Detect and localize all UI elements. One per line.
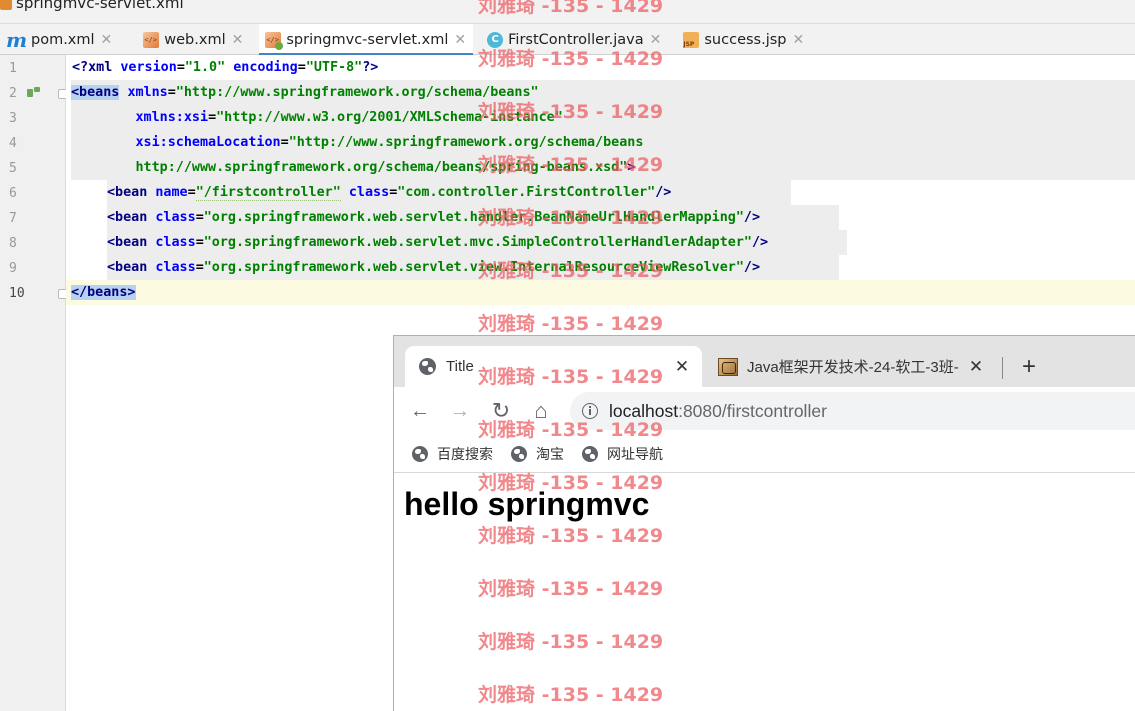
code-line-1: <?xml version="1.0" encoding="UTF-8"?> xyxy=(72,60,379,75)
tab-web-xml[interactable]: web.xml ✕ xyxy=(137,24,250,55)
line-number: 6 xyxy=(9,186,17,201)
tab-label: web.xml xyxy=(164,31,226,48)
tab-pom-xml[interactable]: m pom.xml ✕ xyxy=(0,24,119,55)
java-class-icon: C xyxy=(487,31,504,48)
info-icon[interactable] xyxy=(582,403,598,419)
code-line-2: <beans xmlns="http://www.springframework… xyxy=(71,80,1135,105)
jsp-file-icon xyxy=(683,31,700,48)
editor-gutter[interactable]: 1 2 3 4 5 6 7 8 9 10 xyxy=(0,55,68,711)
bookmarks-bar: 百度搜索 淘宝 网址导航 xyxy=(394,436,1135,473)
tab-first-controller-java[interactable]: C FirstController.java ✕ xyxy=(481,24,668,55)
globe-icon xyxy=(419,358,436,375)
xml-file-icon xyxy=(143,31,160,48)
bookmark-nav[interactable]: 网址导航 xyxy=(572,444,663,464)
line-number: 3 xyxy=(9,111,17,126)
address-bar[interactable]: localhost:8080/firstcontroller xyxy=(570,392,1135,430)
tab-springmvc-servlet-xml[interactable]: springmvc-servlet.xml ✕ xyxy=(259,24,474,56)
tab-label: springmvc-servlet.xml xyxy=(286,31,449,48)
url-path: :8080/firstcontroller xyxy=(678,400,827,421)
bookmark-baidu[interactable]: 百度搜索 xyxy=(394,444,493,464)
browser-tab-title[interactable]: Title ✕ xyxy=(405,346,702,387)
close-icon[interactable]: ✕ xyxy=(793,32,805,48)
bookmark-label: 淘宝 xyxy=(536,446,564,462)
tab-label: success.jsp xyxy=(704,31,787,48)
back-button[interactable]: ← xyxy=(407,398,433,424)
page-heading: hello springmvc xyxy=(404,486,650,522)
line-number: 10 xyxy=(9,286,25,301)
code-line-10: </beans> xyxy=(66,280,1135,305)
tab-separator xyxy=(1002,357,1003,379)
close-icon[interactable]: ✕ xyxy=(232,32,244,48)
globe-icon xyxy=(412,446,428,462)
close-icon[interactable]: ✕ xyxy=(672,357,692,377)
close-icon[interactable]: ✕ xyxy=(966,357,986,377)
editor-tab-bar: m pom.xml ✕ web.xml ✕ springmvc-servlet.… xyxy=(0,24,1135,56)
line-number: 1 xyxy=(9,61,17,76)
close-icon[interactable]: ✕ xyxy=(454,32,466,48)
bookmark-label: 网址导航 xyxy=(607,446,663,462)
code-line-5: http://www.springframework.org/schema/be… xyxy=(71,155,1135,180)
page-content: hello springmvc xyxy=(394,474,1135,711)
bookmark-taobao[interactable]: 淘宝 xyxy=(501,444,564,464)
url-host: localhost xyxy=(609,400,679,421)
tab-success-jsp[interactable]: success.jsp ✕ xyxy=(677,24,811,55)
code-line-7: <bean class="org.springframework.web.ser… xyxy=(107,205,839,230)
tab-label: pom.xml xyxy=(31,31,95,48)
code-line-9: <bean class="org.springframework.web.ser… xyxy=(107,255,839,280)
close-icon[interactable]: ✕ xyxy=(101,32,113,48)
globe-icon xyxy=(582,446,598,462)
spring-xml-icon xyxy=(0,0,12,10)
tomcat-favicon-icon xyxy=(718,357,738,376)
browser-window: Title ✕ Java框架开发技术-24-软工-3班- ✕ + ← → ↻ ⌂… xyxy=(393,335,1135,711)
bean-gutter-icon[interactable] xyxy=(27,87,41,99)
close-icon[interactable]: ✕ xyxy=(650,32,662,48)
ide-window-title: springmvc-servlet.xml xyxy=(16,0,184,12)
line-number: 7 xyxy=(9,211,17,226)
code-line-4: xsi:schemaLocation="http://www.springfra… xyxy=(71,130,1135,155)
code-line-6: <bean name="/firstcontroller" class="com… xyxy=(107,180,791,205)
new-tab-button[interactable]: + xyxy=(1014,354,1044,380)
code-line-3: xmlns:xsi="http://www.w3.org/2001/XMLSch… xyxy=(71,105,1135,130)
line-number: 9 xyxy=(9,261,17,276)
spring-xml-icon xyxy=(265,31,284,50)
code-line-8: <bean class="org.springframework.web.ser… xyxy=(107,230,847,255)
ide-title-bar: springmvc-servlet.xml xyxy=(0,0,1135,24)
line-number: 5 xyxy=(9,161,17,176)
reload-button[interactable]: ↻ xyxy=(488,398,514,424)
globe-icon xyxy=(511,446,527,462)
home-button[interactable]: ⌂ xyxy=(528,398,554,424)
forward-button[interactable]: → xyxy=(447,398,473,424)
maven-icon: m xyxy=(6,27,28,52)
browser-tab-course[interactable]: Java框架开发技术-24-软工-3班- ✕ xyxy=(706,346,996,387)
browser-tab-label: Title xyxy=(446,358,474,375)
tab-label: FirstController.java xyxy=(508,31,644,48)
browser-tab-strip: Title ✕ Java框架开发技术-24-软工-3班- ✕ + xyxy=(394,336,1135,387)
browser-toolbar: ← → ↻ ⌂ localhost:8080/firstcontroller xyxy=(394,387,1135,436)
browser-tab-label: Java框架开发技术-24-软工-3班- xyxy=(747,359,959,376)
bookmark-label: 百度搜索 xyxy=(437,446,493,462)
line-number: 8 xyxy=(9,236,17,251)
line-number: 4 xyxy=(9,136,17,151)
